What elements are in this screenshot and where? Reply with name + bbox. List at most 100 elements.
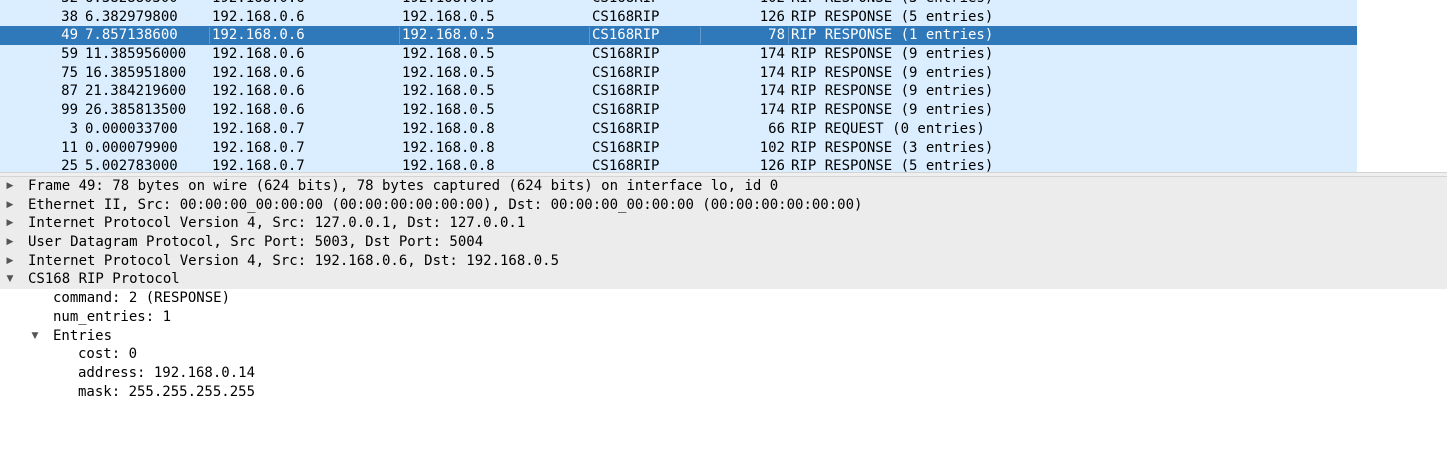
packet-info: RIP RESPONSE (9 entries) [791, 46, 994, 63]
packet-protocol: CS168RIP [592, 46, 660, 63]
packet-time: 16.385951800 [85, 64, 187, 81]
packet-source: 192.168.0.7 [212, 120, 305, 137]
packet-length: 126 [759, 8, 785, 25]
packet-info: RIP RESPONSE (9 entries) [791, 64, 994, 81]
packet-number: 32 [0, 0, 78, 8]
tree-item-label: cost: 0 [78, 346, 138, 363]
packet-destination: 192.168.0.8 [402, 139, 495, 156]
packet-length: 174 [759, 83, 785, 100]
packet-time: 6.382880300 [85, 0, 178, 8]
packet-destination: 192.168.0.5 [402, 27, 495, 44]
packet-info: RIP RESPONSE (9 entries) [791, 102, 994, 119]
packet-length: 78 [768, 27, 785, 44]
packet-destination: 192.168.0.5 [402, 83, 495, 100]
packet-info: RIP RESPONSE (5 entries) [791, 158, 994, 172]
packet-length: 126 [759, 158, 785, 172]
tree-item[interactable]: command: 2 (RESPONSE) [0, 289, 1447, 308]
packet-destination: 192.168.0.5 [402, 64, 495, 81]
tree-item[interactable]: ▼ CS168 RIP Protocol [0, 270, 1447, 290]
tree-item[interactable]: ▶ Frame 49: 78 bytes on wire (624 bits), … [0, 177, 1447, 196]
packet-source: 192.168.0.7 [212, 139, 305, 156]
packet-protocol: CS168RIP [592, 139, 660, 156]
packet-number: 75 [61, 64, 78, 81]
packet-info: RIP RESPONSE (3 entries) [791, 139, 994, 156]
expand-arrow-right-icon[interactable]: ▶ [4, 252, 16, 271]
packet-destination: 192.168.0.8 [402, 158, 495, 172]
packet-time: 7.857138600 [85, 27, 178, 44]
packet-number: 87 [61, 83, 78, 100]
packet-source: 192.168.0.6 [212, 83, 305, 100]
expand-arrow-down-icon[interactable]: ▼ [29, 327, 41, 346]
tree-item-label: Frame 49: 78 bytes on wire (624 bits), 7… [28, 178, 779, 194]
packet-length: 102 [700, 0, 785, 8]
expand-arrow-down-icon[interactable]: ▼ [4, 270, 16, 289]
packet-destination: 192.168.0.5 [402, 8, 495, 25]
packet-time: 5.002783000 [85, 158, 178, 172]
packet-row[interactable]: 99 26.385813500 192.168.0.6 192.168.0.5 CS16… [0, 101, 1357, 120]
packet-length: 102 [759, 139, 785, 156]
packet-length: 66 [768, 120, 785, 137]
packet-row[interactable]: 87 21.384219600 192.168.0.6 192.168.0.5 CS16… [0, 82, 1357, 102]
packet-protocol: CS168RIP [592, 8, 660, 25]
tree-item-label: Ethernet II, Src: 00:00:00_00:00:00 (00:… [28, 196, 863, 213]
packet-source: 192.168.0.6 [212, 46, 305, 63]
tree-item-label: command: 2 (RESPONSE) [53, 290, 231, 307]
tree-item[interactable]: address: 192.168.0.14 [0, 364, 1447, 383]
packet-source: 192.168.0.7 [212, 158, 305, 172]
packet-protocol: CS168RIP [592, 27, 660, 44]
packet-time: 0.000079900 [85, 139, 178, 156]
packet-number: 25 [61, 158, 78, 172]
packet-protocol: CS168RIP [592, 64, 660, 81]
packet-time: 26.385813500 [85, 102, 187, 119]
packet-number: 3 [69, 120, 78, 137]
packet-length: 174 [759, 46, 785, 63]
expand-arrow-right-icon[interactable]: ▶ [4, 196, 16, 215]
packet-source: 192.168.0.6 [212, 8, 305, 25]
tree-item[interactable]: ▼ Entries [0, 327, 1447, 346]
packet-time: 6.382979800 [85, 8, 178, 25]
tree-item-label: Entries [53, 327, 113, 344]
packet-details-tree[interactable]: ▶ Frame 49: 78 bytes on wire (624 bits), … [0, 177, 1447, 463]
tree-item[interactable]: ▶ User Datagram Protocol, Src Port: 5003,… [0, 233, 1447, 252]
packet-info: RIP REQUEST (0 entries) [791, 120, 985, 137]
packet-protocol: CS168RIP [592, 83, 660, 100]
column-divider [788, 27, 789, 45]
expand-arrow-right-icon[interactable]: ▶ [4, 233, 16, 252]
packet-row[interactable]: 32 6.382880300 192.168.0.6 192.168.0.5 CS168… [0, 0, 1357, 8]
tree-item-label: Internet Protocol Version 4, Src: 192.16… [28, 252, 560, 269]
tree-item-label: User Datagram Protocol, Src Port: 5003, … [28, 234, 484, 251]
tree-item-label: address: 192.168.0.14 [78, 364, 256, 381]
packet-row[interactable]: 25 5.002783000 192.168.0.7 192.168.0.8 CS168… [0, 157, 1357, 172]
packet-destination: 192.168.0.5 [402, 102, 495, 119]
packet-list[interactable]: 32 6.382880300 192.168.0.6 192.168.0.5 CS168… [0, 0, 1447, 172]
tree-item-label: mask: 255.255.255.255 [78, 383, 256, 400]
tree-rows: ▶ Frame 49: 78 bytes on wire (624 bits), … [0, 177, 1447, 401]
tree-item[interactable]: ▶ Internet Protocol Version 4, Src: 192.1… [0, 251, 1447, 271]
expand-arrow-right-icon[interactable]: ▶ [4, 177, 16, 196]
expand-arrow-right-icon[interactable]: ▶ [4, 214, 16, 233]
packet-row[interactable]: 3 0.000033700 192.168.0.7 192.168.0.8 CS168R… [0, 119, 1357, 139]
packet-number: 99 [61, 102, 78, 119]
packet-number: 38 [61, 8, 78, 25]
tree-item-label: CS168 RIP Protocol [28, 271, 180, 288]
packet-row[interactable]: 11 0.000079900 192.168.0.7 192.168.0.8 CS168… [0, 138, 1357, 158]
tree-item[interactable]: ▶ Ethernet II, Src: 00:00:00_00:00:00 (00… [0, 195, 1447, 215]
packet-row-selected[interactable]: 49 7.857138600 192.168.0.6 192.168.0.5 CS168… [0, 26, 1357, 46]
packet-destination: 192.168.0.5 [402, 46, 495, 63]
tree-item[interactable]: num_entries: 1 [0, 308, 1447, 327]
packet-number: 49 [61, 27, 78, 44]
packet-number: 59 [61, 46, 78, 63]
tree-item[interactable]: ▶ Internet Protocol Version 4, Src: 127.0… [0, 214, 1447, 234]
column-divider [700, 27, 701, 45]
packet-row[interactable]: 59 11.385956000 192.168.0.6 192.168.0.5 CS16… [0, 45, 1357, 64]
packet-row[interactable]: 38 6.382979800 192.168.0.6 192.168.0.5 CS168… [0, 7, 1357, 27]
packet-source: 192.168.0.6 [212, 0, 305, 8]
packet-time: 0.000033700 [85, 120, 178, 137]
packet-number: 11 [61, 139, 78, 156]
column-divider [399, 27, 400, 45]
tree-item[interactable]: mask: 255.255.255.255 [0, 383, 1447, 402]
tree-item[interactable]: cost: 0 [0, 345, 1447, 364]
packet-protocol: CS168RIP [592, 102, 660, 119]
packet-row[interactable]: 75 16.385951800 192.168.0.6 192.168.0.5 CS16… [0, 63, 1357, 83]
packet-destination: 192.168.0.5 [402, 0, 495, 8]
